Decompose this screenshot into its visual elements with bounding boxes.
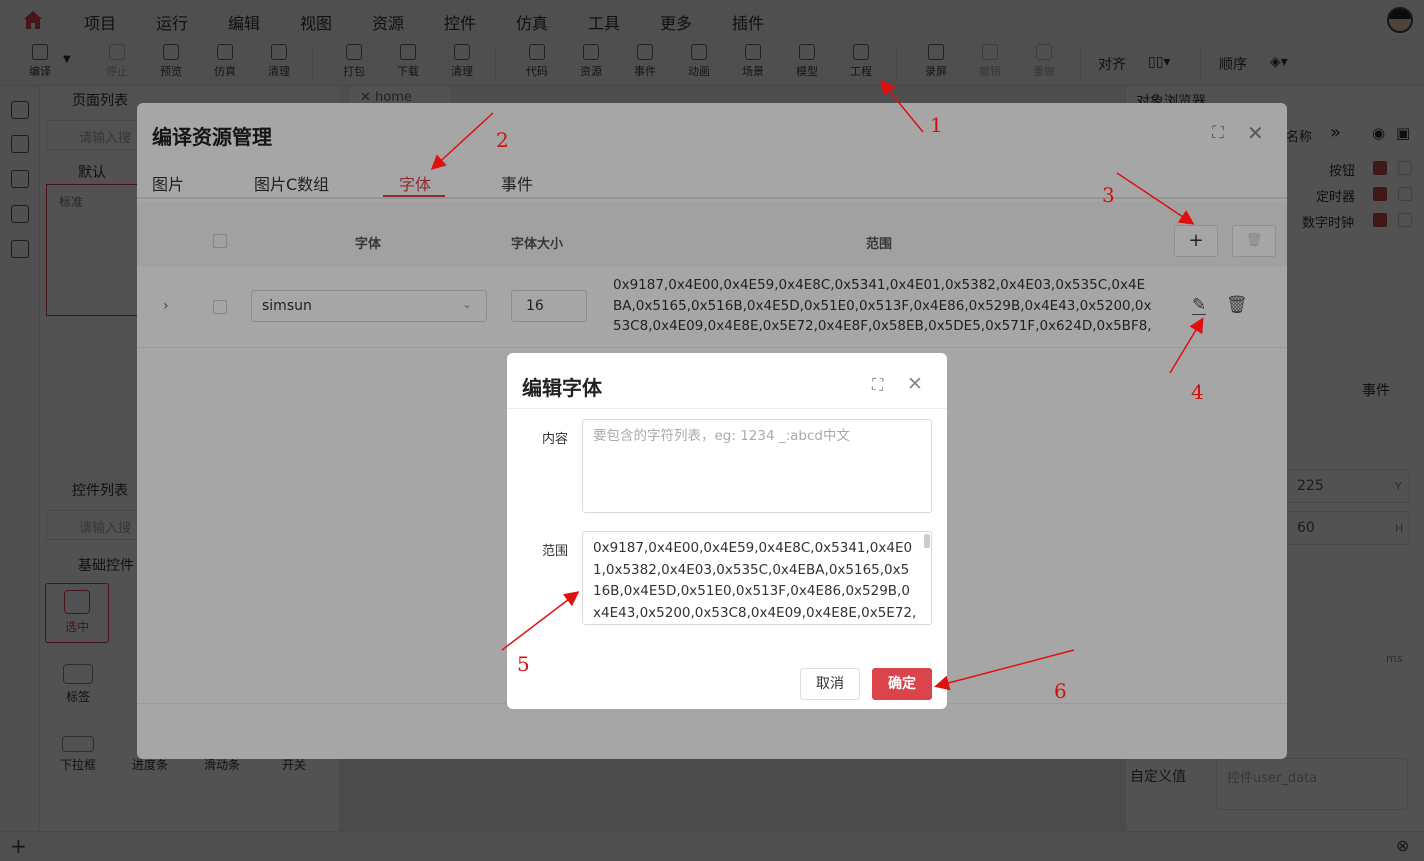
annotation-6: 6 — [1054, 679, 1067, 703]
annotation-4: 4 — [1191, 380, 1204, 404]
annotation-3: 3 — [1102, 183, 1115, 207]
annotation-2: 2 — [496, 128, 509, 152]
annotation-5: 5 — [517, 652, 530, 676]
annotation-arrows — [430, 79, 1204, 691]
annotation-1: 1 — [930, 113, 943, 137]
